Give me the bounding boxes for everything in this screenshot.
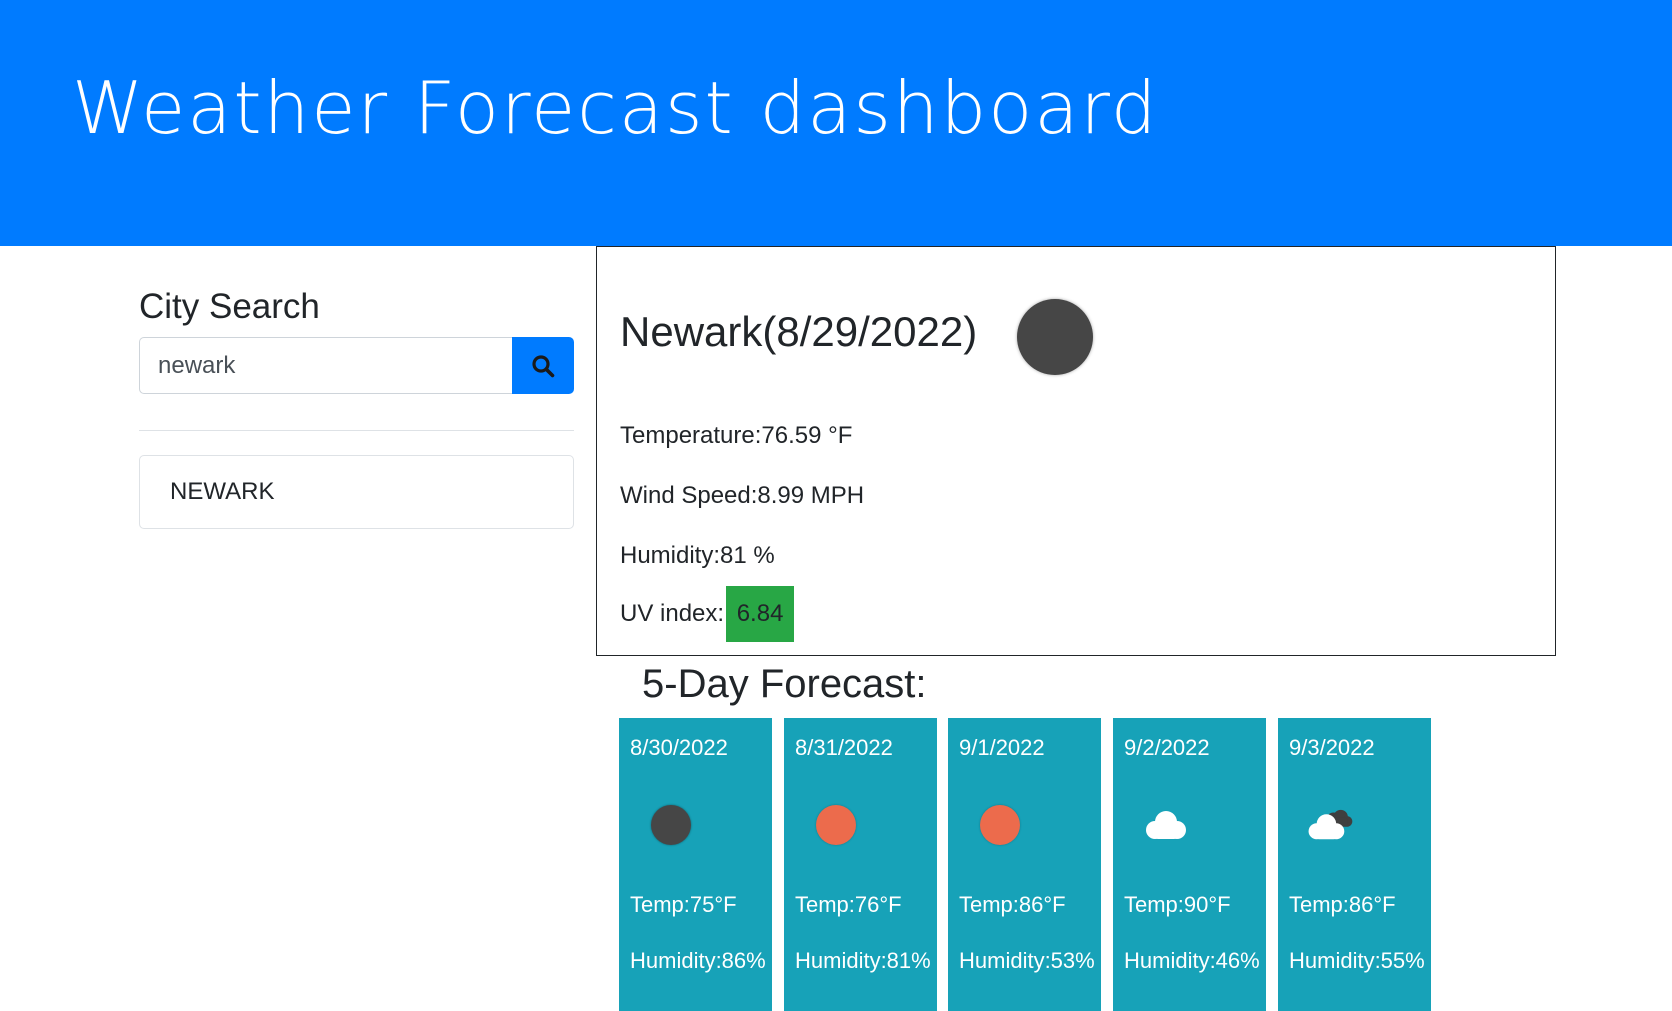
forecast-card: 9/2/2022 Temp:90°F Humidity:46% [1113, 718, 1266, 1011]
dark-circle-icon [1017, 299, 1093, 375]
forecast-date: 8/30/2022 [630, 735, 728, 760]
forecast-date: 9/3/2022 [1289, 735, 1375, 760]
search-input[interactable] [139, 337, 512, 394]
forecast-card: 8/30/2022 Temp:75°F Humidity:86% [619, 718, 772, 1011]
search-icon [532, 354, 555, 377]
forecast-humidity: Humidity:46% [1124, 948, 1260, 973]
forecast-temp: Temp:86°F [959, 892, 1066, 917]
forecast-humidity: Humidity:53% [959, 948, 1095, 973]
forecast-date: 8/31/2022 [795, 735, 893, 760]
uv-index-badge: 6.84 [726, 586, 795, 642]
page-title: Weather Forecast dashboard [72, 66, 1159, 150]
divider [139, 430, 574, 431]
wind-speed-text: Wind Speed:8.99 MPH [620, 482, 865, 509]
forecast-card: 9/3/2022 Temp:86°F Humidity:55% [1278, 718, 1431, 1011]
forecast-temp: Temp:75°F [630, 892, 737, 917]
history-item-newark[interactable]: NEWARK [139, 455, 574, 529]
uv-index-row: UV index: 6.84 [620, 586, 795, 642]
forecast-title: 5-Day Forecast: [642, 662, 927, 706]
forecast-humidity: Humidity:86% [630, 948, 766, 973]
forecast-humidity: Humidity:55% [1289, 948, 1425, 973]
broken-clouds-icon [1308, 809, 1353, 840]
city-search-title: City Search [139, 287, 320, 326]
forecast-temp: Temp:86°F [1289, 892, 1396, 917]
sun-icon [816, 805, 856, 845]
dark-circle-icon [651, 805, 691, 845]
uv-index-label: UV index: [620, 600, 725, 627]
header-banner: Weather Forecast dashboard [0, 0, 1672, 246]
forecast-temp: Temp:90°F [1124, 892, 1231, 917]
forecast-card: 8/31/2022 Temp:76°F Humidity:81% [784, 718, 937, 1011]
humidity-text: Humidity:81 % [620, 542, 775, 569]
temperature-text: Temperature:76.59 °F [620, 422, 853, 449]
current-weather-panel: Newark(8/29/2022) Temperature:76.59 °F W… [596, 246, 1556, 656]
forecast-card: 9/1/2022 Temp:86°F Humidity:53% [948, 718, 1101, 1011]
search-group [139, 337, 574, 394]
forecast-temp: Temp:76°F [795, 892, 902, 917]
sun-icon [980, 805, 1020, 845]
forecast-date: 9/2/2022 [1124, 735, 1210, 760]
current-city-date: Newark(8/29/2022) [620, 308, 978, 355]
cloud-icon [1146, 811, 1186, 839]
forecast-humidity: Humidity:81% [795, 948, 931, 973]
search-button[interactable] [512, 337, 574, 394]
forecast-date: 9/1/2022 [959, 735, 1045, 760]
